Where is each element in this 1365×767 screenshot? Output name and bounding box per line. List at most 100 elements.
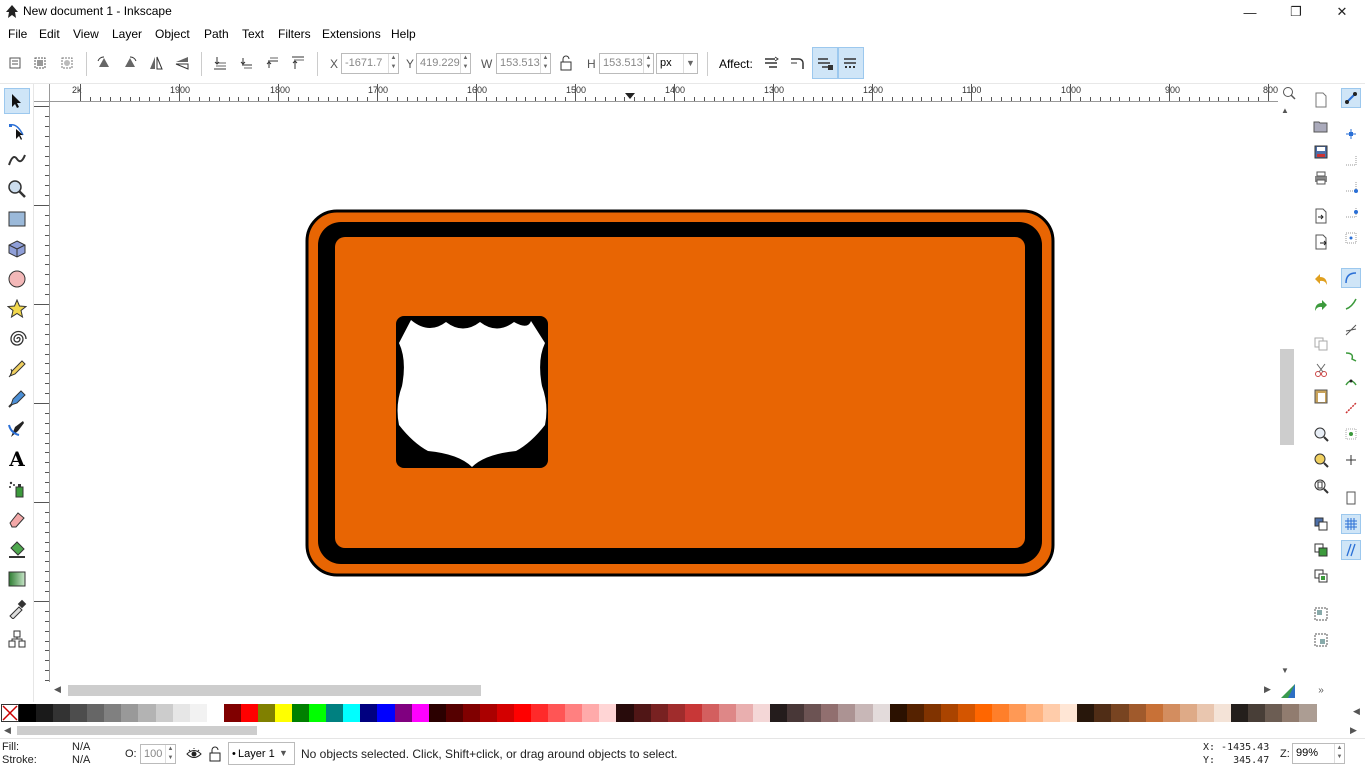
palette-swatch[interactable] xyxy=(19,704,37,722)
import-icon[interactable] xyxy=(1311,206,1331,226)
palette-swatch[interactable] xyxy=(599,704,618,722)
palette-swatch[interactable] xyxy=(1128,704,1147,722)
palette-swatch[interactable] xyxy=(445,704,464,722)
paint-bucket-tool-icon[interactable] xyxy=(4,536,30,562)
palette-swatch[interactable] xyxy=(292,704,311,722)
redo-icon[interactable] xyxy=(1311,296,1331,316)
star-tool-icon[interactable] xyxy=(4,296,30,322)
palette-scroll-left-icon[interactable]: ◀ xyxy=(4,725,11,736)
stroke-value[interactable]: N/A xyxy=(72,754,90,766)
palette-swatch[interactable] xyxy=(1094,704,1113,722)
lock-icon[interactable] xyxy=(556,53,576,73)
lower-icon[interactable] xyxy=(236,53,256,73)
zoom-field[interactable]: 99% ▲ ▼ xyxy=(1292,743,1345,764)
snap-grids-icon[interactable] xyxy=(1341,514,1361,534)
no-paint-swatch[interactable] xyxy=(1,704,19,722)
pen-tool-icon[interactable] xyxy=(4,386,30,412)
palette-swatch[interactable] xyxy=(1299,704,1318,722)
menu-object[interactable]: Object xyxy=(155,27,190,41)
select-all-layers-icon[interactable] xyxy=(30,53,50,73)
palette-swatch[interactable] xyxy=(223,704,242,722)
palette-swatch[interactable] xyxy=(1282,704,1301,722)
3dbox-tool-icon[interactable] xyxy=(4,236,30,262)
palette-swatch[interactable] xyxy=(121,704,140,722)
opacity-field[interactable]: 100 ▲ ▼ xyxy=(140,744,176,764)
undo-icon[interactable] xyxy=(1311,270,1331,290)
select-all-icon[interactable] xyxy=(5,53,25,73)
snap-bbox-centers-icon[interactable] xyxy=(1341,228,1361,248)
palette-swatch[interactable] xyxy=(1179,704,1198,722)
scroll-left-icon[interactable]: ◀ xyxy=(54,684,61,695)
palette-swatch[interactable] xyxy=(1230,704,1249,722)
dropper-tool-icon[interactable] xyxy=(4,596,30,622)
raise-icon[interactable] xyxy=(262,53,282,73)
palette-swatch[interactable] xyxy=(616,704,635,722)
node-tool-icon[interactable] xyxy=(4,118,30,144)
unit-select[interactable]: px ▼ xyxy=(656,53,698,74)
palette-swatch[interactable] xyxy=(531,704,550,722)
palette-swatch[interactable] xyxy=(1077,704,1096,722)
zoom-drawing-icon[interactable] xyxy=(1311,450,1331,470)
snap-bbox-edges-icon[interactable] xyxy=(1341,150,1361,170)
snap-paths-icon[interactable] xyxy=(1341,294,1361,314)
layer-select[interactable]: Layer 1 • ▼ xyxy=(228,742,295,765)
new-document-icon[interactable] xyxy=(1311,90,1331,110)
menu-view[interactable]: View xyxy=(73,27,99,41)
palette-scrollbar[interactable]: ◀ ▶ xyxy=(0,724,1365,738)
gradient-tool-icon[interactable] xyxy=(4,566,30,592)
palette-swatch[interactable] xyxy=(326,704,345,722)
palette-swatch[interactable] xyxy=(206,704,225,722)
menu-path[interactable]: Path xyxy=(204,27,229,41)
palette-swatch[interactable] xyxy=(1145,704,1164,722)
palette-swatch[interactable] xyxy=(155,704,174,722)
raise-to-top-icon[interactable] xyxy=(288,53,308,73)
snap-object-centers-icon[interactable] xyxy=(1341,424,1361,444)
opacity-stepper[interactable]: ▲ ▼ xyxy=(165,745,175,763)
palette-swatch[interactable] xyxy=(138,704,157,722)
menu-file[interactable]: File xyxy=(8,27,27,41)
selector-tool-icon[interactable] xyxy=(4,88,30,114)
restore-icon[interactable]: ❐ xyxy=(1273,0,1319,24)
tweak-tool-icon[interactable] xyxy=(4,146,30,172)
palette-swatch[interactable] xyxy=(667,704,686,722)
snap-rotation-center-icon[interactable] xyxy=(1341,450,1361,470)
palette-swatch[interactable] xyxy=(1009,704,1028,722)
palette-swatch[interactable] xyxy=(548,704,567,722)
h-stepper[interactable]: ▲ ▼ xyxy=(643,54,653,73)
snap-bbox-midpoints-icon[interactable] xyxy=(1341,202,1361,222)
x-field[interactable]: -1671.7 ▲ ▼ xyxy=(341,53,399,74)
palette-swatch[interactable] xyxy=(172,704,191,722)
snap-page-border-icon[interactable] xyxy=(1341,488,1361,508)
open-document-icon[interactable] xyxy=(1311,116,1331,136)
palette-swatch[interactable] xyxy=(479,704,498,722)
menu-extensions[interactable]: Extensions xyxy=(322,27,381,41)
connector-tool-icon[interactable] xyxy=(4,626,30,652)
y-field[interactable]: 419.229 ▲ ▼ xyxy=(416,53,471,74)
x-stepper[interactable]: ▲ ▼ xyxy=(388,54,398,73)
palette-swatch[interactable] xyxy=(821,704,840,722)
eraser-tool-icon[interactable] xyxy=(4,506,30,532)
snap-intersections-icon[interactable] xyxy=(1341,320,1361,340)
palette-menu-icon[interactable]: ◀ xyxy=(1353,706,1360,717)
palette-swatch[interactable] xyxy=(343,704,362,722)
paste-icon[interactable] xyxy=(1311,386,1331,406)
snap-cusp-nodes-icon[interactable] xyxy=(1341,346,1361,366)
palette-swatch[interactable] xyxy=(1060,704,1079,722)
spiral-tool-icon[interactable] xyxy=(4,326,30,352)
copy-icon[interactable] xyxy=(1311,334,1331,354)
menu-layer[interactable]: Layer xyxy=(112,27,142,41)
palette-swatch[interactable] xyxy=(855,704,874,722)
w-field[interactable]: 153.513 ▲ ▼ xyxy=(496,53,551,74)
palette-swatch[interactable] xyxy=(36,704,55,722)
palette-swatch[interactable] xyxy=(582,704,601,722)
snap-enable-icon[interactable] xyxy=(1341,88,1361,108)
palette-swatch[interactable] xyxy=(411,704,430,722)
palette-swatch[interactable] xyxy=(974,704,993,722)
palette-swatch[interactable] xyxy=(753,704,771,722)
palette-swatch[interactable] xyxy=(70,704,89,722)
snap-bbox-icon[interactable] xyxy=(1341,124,1361,144)
palette-swatch[interactable] xyxy=(1265,704,1284,722)
palette-swatch[interactable] xyxy=(462,704,481,722)
snap-guides-icon[interactable] xyxy=(1341,540,1361,560)
flip-horizontal-icon[interactable] xyxy=(146,53,166,73)
